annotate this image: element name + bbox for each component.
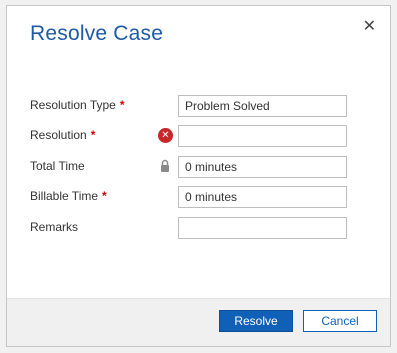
billable-time-label-text: Billable Time (30, 189, 99, 203)
remarks-row: Remarks (7, 217, 390, 239)
billable-time-row: Billable Time * 0 minutes (7, 186, 390, 208)
resolve-button[interactable]: Resolve (219, 310, 293, 332)
required-marker: * (119, 98, 125, 112)
total-time-label: Total Time (30, 159, 85, 173)
dialog-footer: Resolve Cancel (7, 298, 390, 346)
resolution-row: Resolution * ✕ (7, 125, 390, 147)
cancel-button[interactable]: Cancel (303, 310, 377, 332)
total-time-field: 0 minutes (178, 156, 347, 178)
lock-icon (161, 159, 169, 172)
resolve-case-dialog: Resolve Case ✕ Resolution Type * Problem … (6, 5, 391, 347)
resolution-type-field[interactable]: Problem Solved (178, 95, 347, 117)
close-icon[interactable]: ✕ (363, 18, 376, 34)
error-icon: ✕ (158, 128, 173, 143)
total-time-row: Total Time 0 minutes (7, 156, 390, 178)
billable-time-field[interactable]: 0 minutes (178, 186, 347, 208)
resolution-type-row: Resolution Type * Problem Solved (7, 95, 390, 117)
billable-time-label: Billable Time * (30, 189, 107, 203)
resolution-type-label: Resolution Type * (30, 98, 125, 112)
resolution-field[interactable] (178, 125, 347, 147)
resolution-type-label-text: Resolution Type (30, 98, 116, 112)
resolution-label-text: Resolution (30, 128, 87, 142)
dialog-title: Resolve Case (30, 22, 164, 45)
resolution-label: Resolution * (30, 128, 95, 142)
required-marker: * (90, 128, 96, 142)
required-marker: * (102, 189, 107, 203)
remarks-label: Remarks (30, 220, 79, 234)
remarks-field[interactable] (178, 217, 347, 239)
